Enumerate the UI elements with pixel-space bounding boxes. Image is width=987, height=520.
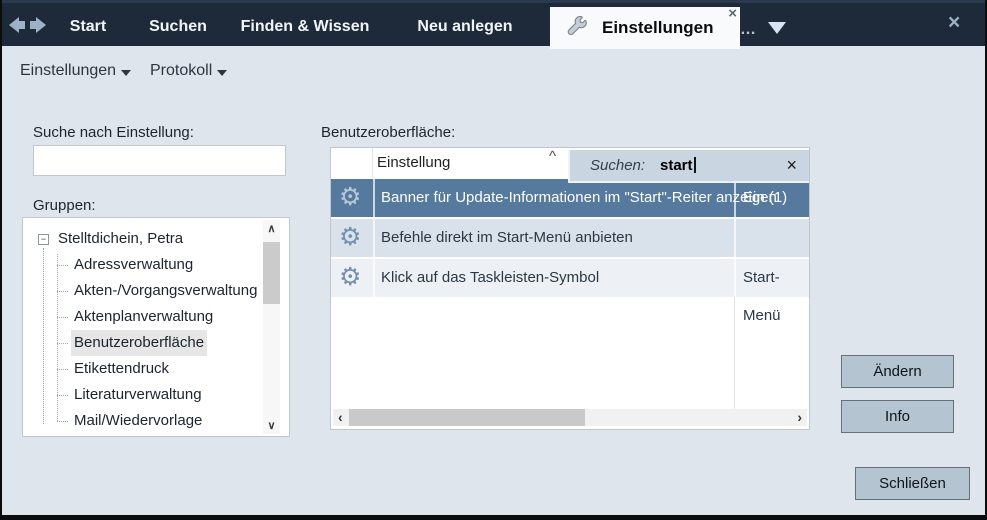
nav-arrows — [9, 17, 46, 33]
column-header-einstellung[interactable]: Einstellung — [377, 148, 450, 178]
search-setting-label: Suche nach Einstellung: — [33, 124, 194, 141]
tab-suchen[interactable]: Suchen — [144, 3, 212, 46]
tree-item-label: Akten-/Vorgangsverwaltung — [71, 278, 260, 304]
menu-einstellungen[interactable]: Einstellungen — [20, 46, 131, 96]
chevron-down-icon — [217, 70, 227, 76]
tree-vertical-scrollbar[interactable]: ∧ ∨ — [263, 220, 280, 434]
scrollbar-thumb[interactable] — [349, 409, 585, 426]
table-horizontal-scrollbar[interactable]: ‹ › — [333, 409, 807, 426]
app-window: Start Suchen Finden & Wissen Neu anlegen… — [0, 0, 987, 520]
tab-finden-wissen[interactable]: Finden & Wissen — [238, 3, 372, 46]
table-row[interactable]: ⚙ Klick auf das Taskleisten-Symbol Start… — [331, 259, 809, 297]
setting-value: Ein (1) — [743, 179, 787, 217]
tab-einstellungen-active[interactable]: Einstellungen × — [550, 7, 740, 49]
table-row[interactable]: ⚙ Befehle direkt im Start-Menü anbieten — [331, 219, 809, 257]
groups-tree: − Stelltdichein, Petra Adressverwaltung … — [22, 217, 290, 437]
tree-item-label: Adressverwaltung — [71, 252, 196, 278]
active-tab-label: Einstellungen — [602, 7, 713, 49]
setting-value: Start-Menü — [743, 259, 809, 335]
window-close-icon[interactable]: × — [948, 11, 960, 35]
tree-collapse-icon[interactable]: − — [38, 234, 49, 245]
setting-name: Befehle direkt im Start-Menü anbieten — [381, 219, 633, 257]
tree-item-etikettendruck[interactable]: Etikettendruck — [23, 356, 253, 382]
tree-item-benutzeroberflaeche[interactable]: Benutzeroberfläche — [23, 330, 253, 356]
settings-group-title: Benutzeroberfläche: — [321, 124, 455, 141]
gear-icon: ⚙ — [339, 222, 361, 252]
tree-item-label: Etikettendruck — [71, 356, 172, 382]
tab-neu-anlegen[interactable]: Neu anlegen — [408, 3, 522, 46]
menu-protokoll[interactable]: Protokoll — [150, 46, 227, 96]
tab-overflow-ellipsis: … — [740, 21, 757, 39]
gear-icon: ⚙ — [339, 262, 361, 292]
window-border — [0, 515, 987, 520]
icon-column-header — [331, 148, 373, 178]
sort-ascending-icon: ^ — [549, 148, 556, 165]
tree-root-label: Stelltdichein, Petra — [58, 226, 183, 252]
menu-protokoll-label: Protokoll — [150, 45, 212, 97]
tree-item-literaturverwaltung[interactable]: Literaturverwaltung — [23, 382, 253, 408]
tree-item-aktenplanverwaltung[interactable]: Aktenplanverwaltung — [23, 304, 253, 330]
text-caret — [694, 157, 696, 173]
table-row-selected[interactable]: ⚙ Banner für Update-Informationen im "St… — [331, 179, 809, 217]
tree-item-label: Aktenplanverwaltung — [71, 304, 216, 330]
menu-einstellungen-label: Einstellungen — [20, 45, 116, 97]
table-search-overlay: Suchen: start × — [568, 150, 809, 183]
tree-item-adressverwaltung[interactable]: Adressverwaltung — [23, 252, 253, 278]
info-button[interactable]: Info — [841, 400, 954, 433]
setting-name: Banner für Update-Informationen im "Star… — [381, 179, 777, 217]
title-bar: Start Suchen Finden & Wissen Neu anlegen… — [0, 0, 987, 46]
table-search-label: Suchen: — [590, 150, 645, 181]
scroll-right-icon[interactable]: › — [797, 409, 802, 426]
table-search-value[interactable]: start — [660, 150, 696, 181]
tree-item-label: Literaturverwaltung — [71, 382, 205, 408]
gear-icon: ⚙ — [339, 182, 361, 212]
menu-bar: Einstellungen Protokoll — [0, 46, 987, 96]
scroll-left-icon[interactable]: ‹ — [338, 409, 343, 426]
aendern-button[interactable]: Ändern — [841, 355, 954, 388]
column-divider — [734, 297, 735, 410]
wrench-icon — [566, 16, 588, 43]
scrollbar-thumb[interactable] — [263, 242, 280, 304]
tree-item-label: Mail/Wiedervorlage — [71, 408, 205, 434]
settings-table: Einstellung ^ Suchen: start × ⚙ Banner f… — [330, 147, 810, 430]
tree-item-akten-vorgangsverwaltung[interactable]: Akten-/Vorgangsverwaltung — [23, 278, 253, 304]
setting-name: Klick auf das Taskleisten-Symbol — [381, 259, 599, 297]
tab-close-icon[interactable]: × — [728, 5, 737, 23]
tree-item-label: Benutzeroberfläche — [71, 330, 207, 356]
table-search-text: start — [660, 157, 693, 174]
tab-list-dropdown-icon[interactable] — [768, 22, 786, 34]
forward-arrow-icon[interactable] — [29, 17, 46, 33]
scroll-up-icon[interactable]: ∧ — [263, 222, 280, 235]
tab-start[interactable]: Start — [62, 3, 114, 46]
scroll-down-icon[interactable]: ∨ — [263, 419, 280, 432]
tree-item-mail-wiedervorlage[interactable]: Mail/Wiedervorlage — [23, 408, 253, 434]
tree-root-item[interactable]: − Stelltdichein, Petra — [23, 226, 253, 252]
chevron-down-icon — [121, 70, 131, 76]
back-arrow-icon[interactable] — [9, 17, 26, 33]
search-setting-input[interactable] — [33, 145, 286, 176]
groups-label: Gruppen: — [33, 197, 96, 214]
schliessen-button[interactable]: Schließen — [855, 467, 970, 500]
window-border — [0, 0, 2, 520]
search-close-icon[interactable]: × — [786, 150, 797, 181]
